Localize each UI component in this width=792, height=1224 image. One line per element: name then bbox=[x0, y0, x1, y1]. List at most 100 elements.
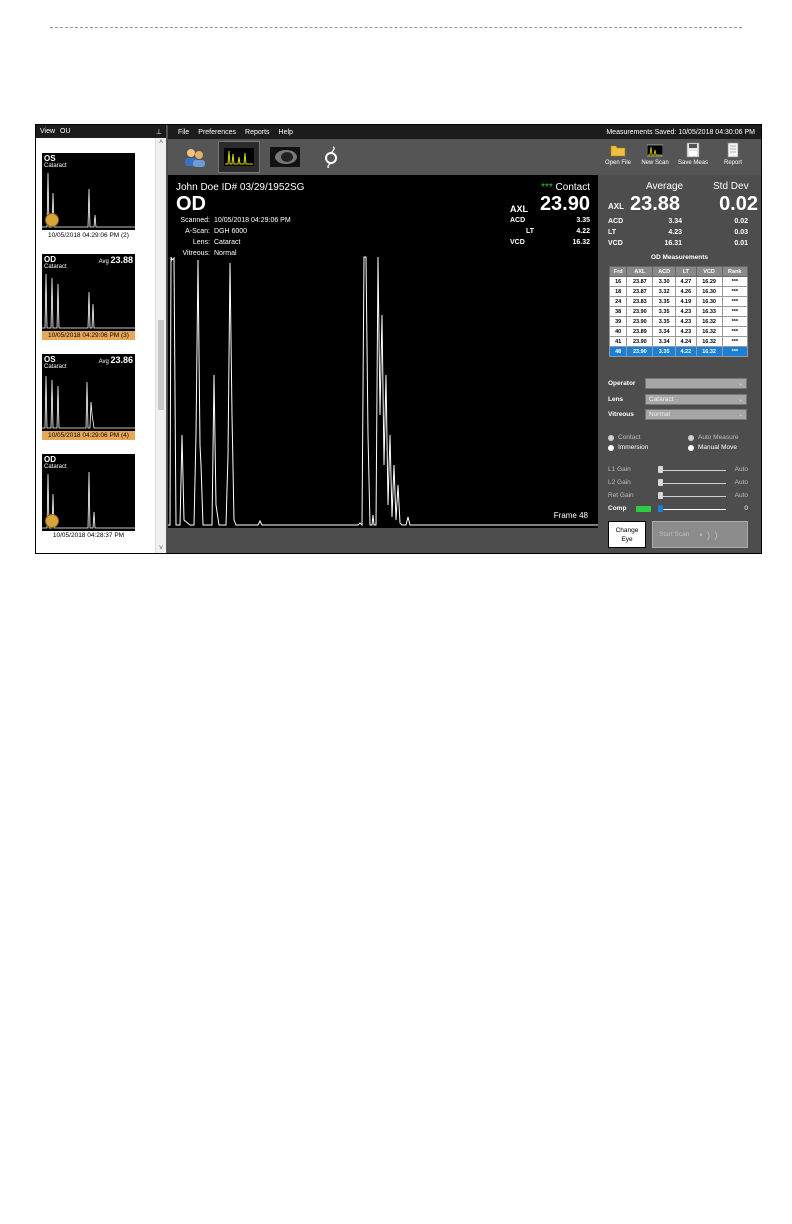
column-header[interactable]: VCD bbox=[695, 266, 723, 277]
ascan-waveform bbox=[168, 256, 598, 527]
table-row[interactable]: 16 23.87 3.30 4.27 16.29 *** bbox=[608, 276, 749, 287]
table-cell: 3.30 bbox=[652, 276, 677, 287]
axl-average-value: 23.88 bbox=[630, 193, 681, 215]
operator-label: Operator bbox=[608, 380, 636, 387]
table-cell: *** bbox=[721, 346, 749, 357]
lens-select[interactable]: Cataract ⌄ bbox=[645, 394, 747, 405]
menu-preferences[interactable]: Preferences bbox=[198, 129, 236, 136]
table-cell: *** bbox=[721, 306, 749, 317]
table-cell: 4.23 bbox=[675, 306, 697, 317]
table-cell: 4.26 bbox=[675, 286, 697, 297]
auto-measure-radio[interactable]: Auto Measure bbox=[688, 434, 738, 441]
open-file-button[interactable]: Open File bbox=[601, 141, 635, 173]
menu-help[interactable]: Help bbox=[279, 129, 293, 136]
pin-icon[interactable]: ⊥ bbox=[156, 128, 162, 136]
table-cell: 3.32 bbox=[652, 286, 677, 297]
view-selector[interactable]: OU bbox=[60, 128, 71, 135]
thumbnail-lens: Cataract bbox=[44, 163, 67, 169]
bscan-view-button[interactable] bbox=[264, 141, 306, 173]
operator-select[interactable]: ⌄ bbox=[645, 378, 747, 389]
save-meas-button[interactable]: Save Meas bbox=[676, 141, 710, 173]
table-cell: 23.90 bbox=[626, 316, 654, 327]
new-scan-icon bbox=[647, 144, 663, 157]
table-row[interactable]: 18 23.87 3.32 4.26 16.30 *** bbox=[608, 286, 749, 297]
new-scan-button[interactable]: New Scan bbox=[638, 141, 672, 173]
chevron-down-icon: ⌄ bbox=[737, 412, 743, 418]
scroll-up-icon[interactable]: ˄ bbox=[156, 139, 166, 146]
measurements-title: OD Measurements bbox=[650, 254, 709, 261]
table-cell: *** bbox=[721, 286, 749, 297]
thumbnail-eye: OD bbox=[44, 455, 56, 464]
column-header[interactable]: LT bbox=[675, 266, 697, 277]
menu-reports[interactable]: Reports bbox=[245, 129, 270, 136]
column-header[interactable]: AXL bbox=[626, 266, 654, 277]
table-cell: 16.30 bbox=[695, 296, 723, 307]
sidebar-scrollbar[interactable]: ˄ ˅ bbox=[155, 138, 166, 553]
table-cell: 4.23 bbox=[675, 316, 697, 327]
table-cell: *** bbox=[721, 296, 749, 307]
patients-button[interactable] bbox=[174, 141, 216, 173]
folder-icon bbox=[610, 145, 626, 157]
page-cut-line bbox=[50, 27, 742, 28]
table-cell: 4.27 bbox=[675, 276, 697, 287]
table-cell: *** bbox=[721, 276, 749, 287]
eye-scan-icon bbox=[270, 147, 300, 167]
manual-move-radio[interactable]: Manual Move bbox=[688, 444, 737, 451]
scan-thumbnail-1[interactable]: OS Cataract bbox=[42, 153, 135, 230]
table-cell: 3.35 bbox=[652, 306, 677, 317]
table-row[interactable]: 48 23.90 3.35 4.22 16.32 *** bbox=[608, 346, 749, 357]
table-row[interactable]: 38 23.90 3.35 4.23 16.33 *** bbox=[608, 306, 749, 317]
ascan-view-button[interactable] bbox=[218, 141, 260, 173]
table-cell: 23.90 bbox=[626, 306, 654, 317]
contact-radio[interactable]: Contact bbox=[608, 434, 640, 441]
vcd-average-row: VCD 16.31 0.01 bbox=[608, 240, 748, 247]
column-header[interactable]: ACD bbox=[652, 266, 677, 277]
table-cell: 23.90 bbox=[626, 336, 654, 347]
table-cell: 18 bbox=[608, 286, 628, 297]
sidebar-header: View OU ⊥ bbox=[36, 125, 166, 138]
lens-info: Lens: Cataract bbox=[192, 239, 241, 246]
table-cell: 23.89 bbox=[626, 326, 654, 337]
scan-thumbnail-2[interactable]: OD Cataract Avg 23.88 bbox=[42, 254, 135, 331]
table-cell: 4.24 bbox=[675, 336, 697, 347]
film-reel-icon bbox=[45, 514, 59, 528]
scroll-down-icon[interactable]: ˅ bbox=[156, 545, 166, 552]
iol-calc-button[interactable] bbox=[310, 141, 352, 173]
measurements-table: Frd AXL ACD LT VCD Rank 16 23.87 3.30 4.27 16.29 *… bbox=[608, 266, 749, 357]
scan-thumbnail-3[interactable]: OS Cataract Avg 23.86 bbox=[42, 354, 135, 431]
table-cell: *** bbox=[721, 316, 749, 327]
table-row[interactable]: 40 23.89 3.34 4.23 16.32 *** bbox=[608, 326, 749, 337]
table-cell: 16 bbox=[608, 276, 628, 287]
report-button[interactable]: Report bbox=[716, 141, 750, 173]
view-label: View bbox=[40, 128, 56, 135]
table-row[interactable]: 39 23.90 3.35 4.23 16.32 *** bbox=[608, 316, 749, 327]
measurements-header-row: Frd AXL ACD LT VCD Rank bbox=[608, 266, 749, 277]
column-header[interactable]: Rank bbox=[721, 266, 749, 277]
table-cell: 38 bbox=[608, 306, 628, 317]
immersion-radio[interactable]: Immersion bbox=[608, 444, 648, 451]
menu-file[interactable]: File bbox=[178, 129, 189, 136]
start-scan-button[interactable]: Start Scan • ) ) bbox=[652, 521, 748, 548]
table-cell: 16.30 bbox=[695, 286, 723, 297]
l2-gain-slider[interactable]: L2 Gain Auto bbox=[608, 478, 748, 488]
table-cell: 16.32 bbox=[695, 336, 723, 347]
ret-gain-slider[interactable]: Ret Gain Auto bbox=[608, 491, 748, 501]
scan-thumbnail-4[interactable]: OD Cataract bbox=[42, 454, 135, 531]
thumbnail-eye: OS bbox=[44, 154, 56, 163]
sound-wave-icon: • ) ) bbox=[699, 529, 719, 540]
table-cell: 23.87 bbox=[626, 276, 654, 287]
l1-gain-slider[interactable]: L1 Gain Auto bbox=[608, 465, 748, 475]
table-row[interactable]: 41 23.90 3.34 4.24 16.32 *** bbox=[608, 336, 749, 347]
comp-slider[interactable]: Comp 0 bbox=[608, 504, 748, 514]
scrollbar-thumb[interactable] bbox=[158, 320, 164, 410]
scan-history-sidebar: View OU ⊥ ˄ ˅ OS Cataract 10/05/2018 04:… bbox=[36, 125, 167, 553]
table-cell: 16.33 bbox=[695, 306, 723, 317]
change-eye-button[interactable]: Change Eye bbox=[608, 521, 646, 548]
column-header[interactable]: Frd bbox=[608, 266, 628, 277]
table-cell: 40 bbox=[608, 326, 628, 337]
table-cell: 3.35 bbox=[652, 346, 677, 357]
thumbnail-lens: Cataract bbox=[44, 364, 67, 370]
vitreous-select[interactable]: Normal ⌄ bbox=[645, 409, 747, 420]
thumbnail-lens: Cataract bbox=[44, 264, 67, 270]
table-row[interactable]: 24 23.83 3.35 4.19 16.30 *** bbox=[608, 296, 749, 307]
